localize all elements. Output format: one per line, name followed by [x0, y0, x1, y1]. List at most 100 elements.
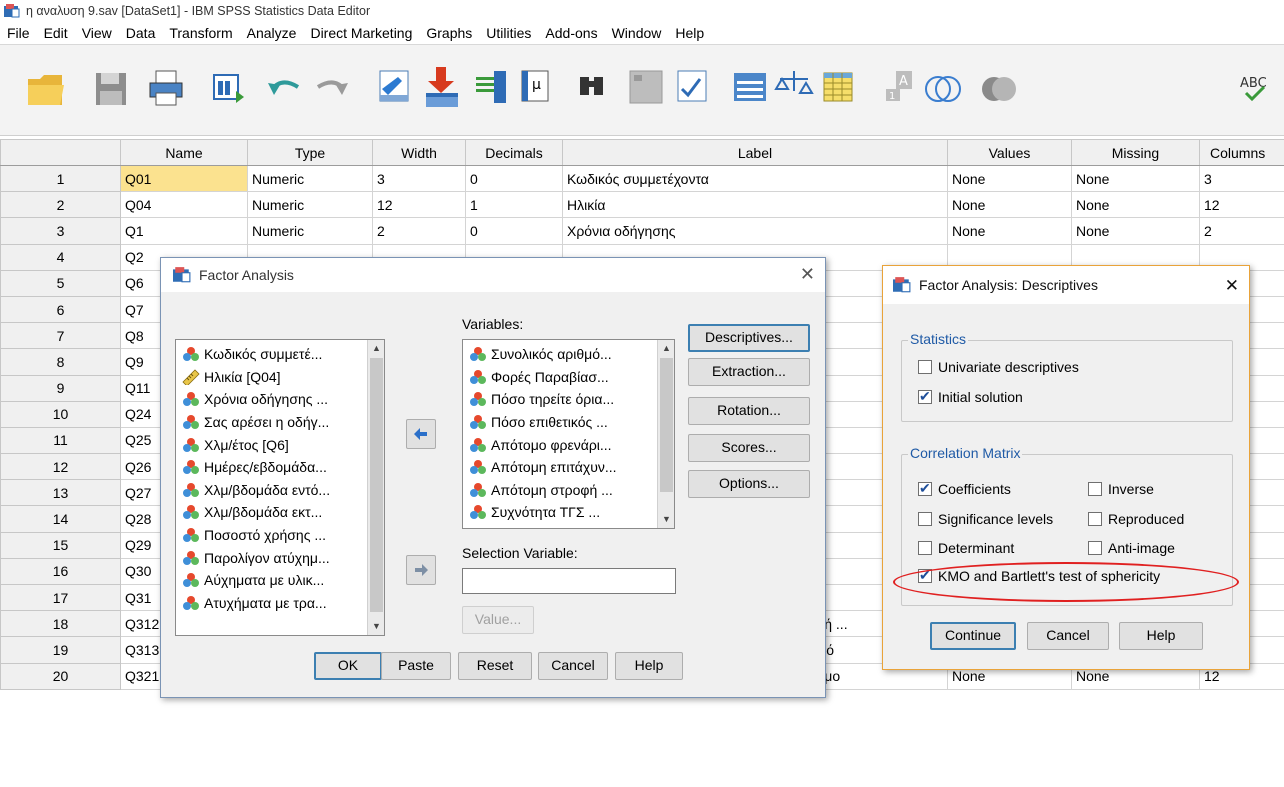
cell-width[interactable]: 12 — [372, 191, 466, 219]
recall-dialog-icon[interactable] — [208, 59, 252, 117]
source-list-scrollbar[interactable]: ▲ ▼ — [367, 340, 384, 635]
run-descriptives-icon[interactable]: μ — [514, 59, 558, 117]
insert-variable-icon[interactable] — [670, 59, 714, 117]
menu-window[interactable]: Window — [605, 22, 669, 44]
variables-icon[interactable] — [468, 59, 512, 117]
cell-name[interactable]: Q01 — [120, 164, 248, 193]
var-scroll-down-arrow-icon[interactable]: ▼ — [658, 511, 674, 528]
scores-button[interactable]: Scores... — [688, 434, 810, 462]
table-row[interactable]: 2 Q04 Numeric 12 1 Ηλικία None None 12 — [0, 191, 1284, 219]
options-button[interactable]: Options... — [688, 470, 810, 498]
cell-row-number[interactable]: 12 — [0, 453, 121, 481]
list-item[interactable]: Σας αρέσει η οδήγ... — [176, 411, 384, 434]
inverse-checkbox[interactable]: Inverse — [1088, 481, 1154, 497]
cell-row-number[interactable]: 4 — [0, 243, 121, 271]
list-item[interactable]: Πόσο τηρείτε όρια... — [463, 388, 674, 411]
menu-transform[interactable]: Transform — [162, 22, 239, 44]
cell-label[interactable]: Ηλικία — [562, 191, 948, 219]
cell-row-number[interactable]: 2 — [0, 191, 121, 219]
cell-row-number[interactable]: 13 — [0, 479, 121, 507]
continue-button[interactable]: Continue — [930, 622, 1016, 650]
menu-view[interactable]: View — [75, 22, 119, 44]
print-icon[interactable] — [144, 59, 188, 117]
scroll-up-arrow-icon[interactable]: ▲ — [368, 340, 384, 357]
list-item[interactable]: Κωδικός συμμετέ... — [176, 343, 384, 366]
cell-values[interactable]: None — [947, 164, 1072, 193]
menu-utilities[interactable]: Utilities — [479, 22, 538, 44]
cell-columns[interactable]: 3 — [1199, 164, 1284, 193]
cell-name[interactable]: Q04 — [120, 191, 248, 219]
menu-file[interactable]: File — [0, 22, 37, 44]
scroll-down-arrow-icon[interactable]: ▼ — [368, 618, 384, 635]
menu-help[interactable]: Help — [668, 22, 711, 44]
list-item[interactable]: Ποσοστό χρήσης ... — [176, 524, 384, 547]
menu-edit[interactable]: Edit — [37, 22, 75, 44]
coefficients-checkbox[interactable]: Coefficients — [918, 480, 1011, 497]
cell-row-number[interactable]: 9 — [0, 374, 121, 402]
corner-cell[interactable] — [0, 139, 121, 166]
save-icon[interactable] — [88, 59, 132, 117]
variables-list[interactable]: Συνολικός αριθμό... Φορές Παραβίασ... Πόσο… — [462, 339, 675, 529]
goto-variable-icon[interactable] — [420, 59, 464, 117]
cell-row-number[interactable]: 8 — [0, 348, 121, 376]
use-sets-icon[interactable] — [920, 59, 964, 117]
spell-check-icon[interactable]: ABC — [1236, 59, 1280, 117]
cell-row-number[interactable]: 16 — [0, 557, 121, 586]
table-row[interactable]: 3 Q1 Numeric 2 0 Χρόνια οδήγησης None None 2 — [0, 217, 1284, 245]
list-item[interactable]: Παρολίγον ατύχημ... — [176, 546, 384, 569]
var-scroll-thumb[interactable] — [660, 358, 673, 492]
cell-decimals[interactable]: 0 — [465, 164, 563, 193]
list-item[interactable]: Απότομο φρενάρι... — [463, 433, 674, 456]
cell-decimals[interactable]: 1 — [465, 191, 563, 219]
menu-data[interactable]: Data — [119, 22, 163, 44]
variables-list-scrollbar[interactable]: ▲ ▼ — [657, 340, 674, 528]
var-scroll-up-arrow-icon[interactable]: ▲ — [658, 340, 674, 357]
help-button[interactable]: Help — [615, 652, 683, 680]
cell-name[interactable]: Q1 — [120, 217, 248, 245]
cell-missing[interactable]: None — [1071, 191, 1200, 219]
reset-button[interactable]: Reset — [458, 652, 532, 680]
cell-row-number[interactable]: 3 — [0, 217, 121, 245]
univariate-descriptives-checkbox[interactable]: Univariate descriptives — [918, 359, 1079, 375]
cell-row-number[interactable]: 10 — [0, 400, 121, 428]
cell-columns[interactable]: 12 — [1199, 191, 1284, 219]
descriptives-help-button[interactable]: Help — [1119, 622, 1203, 650]
list-item[interactable]: Ημέρες/εβδομάδα... — [176, 456, 384, 479]
insert-cases-icon[interactable] — [624, 59, 668, 117]
cell-label[interactable]: Χρόνια οδήγησης — [562, 217, 948, 245]
significance-levels-checkbox[interactable]: Significance levels — [918, 511, 1053, 527]
ok-button[interactable]: OK — [314, 652, 382, 680]
menu-analyze[interactable]: Analyze — [240, 22, 304, 44]
scroll-thumb[interactable] — [370, 358, 383, 612]
cell-row-number[interactable]: 5 — [0, 269, 121, 297]
col-header-width[interactable]: Width — [372, 139, 466, 166]
cell-row-number[interactable]: 17 — [0, 583, 121, 612]
select-cases-icon[interactable] — [816, 59, 860, 117]
cancel-button[interactable]: Cancel — [538, 652, 608, 680]
find-icon[interactable] — [570, 59, 614, 117]
cell-row-number[interactable]: 18 — [0, 610, 121, 638]
col-header-missing[interactable]: Missing — [1071, 139, 1200, 166]
descriptives-close-icon[interactable]: ✕ — [1225, 276, 1239, 296]
cell-type[interactable]: Numeric — [247, 217, 373, 245]
menu-direct-marketing[interactable]: Direct Marketing — [303, 22, 419, 44]
list-item[interactable]: Ατυχήματα με τρα... — [176, 592, 384, 615]
paste-button[interactable]: Paste — [381, 652, 451, 680]
cell-row-number[interactable]: 11 — [0, 426, 121, 455]
descriptives-cancel-button[interactable]: Cancel — [1027, 622, 1109, 650]
list-item[interactable]: Συνολικός αριθμό... — [463, 343, 674, 366]
factor-dialog-close-icon[interactable]: ✕ — [800, 264, 815, 285]
list-item[interactable]: Χλμ/βδομάδα εντό... — [176, 479, 384, 502]
value-button[interactable]: Value... — [462, 606, 534, 634]
col-header-name[interactable]: Name — [120, 139, 248, 166]
list-item[interactable]: Συχνότητα ΤΓΣ ... — [463, 501, 674, 524]
split-file-icon[interactable] — [728, 59, 772, 117]
list-item[interactable]: Αύχηματα με υλικ... — [176, 569, 384, 592]
menu-addons[interactable]: Add-ons — [538, 22, 604, 44]
cell-type[interactable]: Numeric — [247, 191, 373, 219]
cell-width[interactable]: 3 — [372, 164, 466, 193]
list-item[interactable]: Πόσο επιθετικός ... — [463, 411, 674, 434]
cell-values[interactable]: None — [947, 191, 1072, 219]
cell-missing[interactable]: None — [1071, 164, 1200, 193]
goto-case-icon[interactable] — [372, 59, 416, 117]
